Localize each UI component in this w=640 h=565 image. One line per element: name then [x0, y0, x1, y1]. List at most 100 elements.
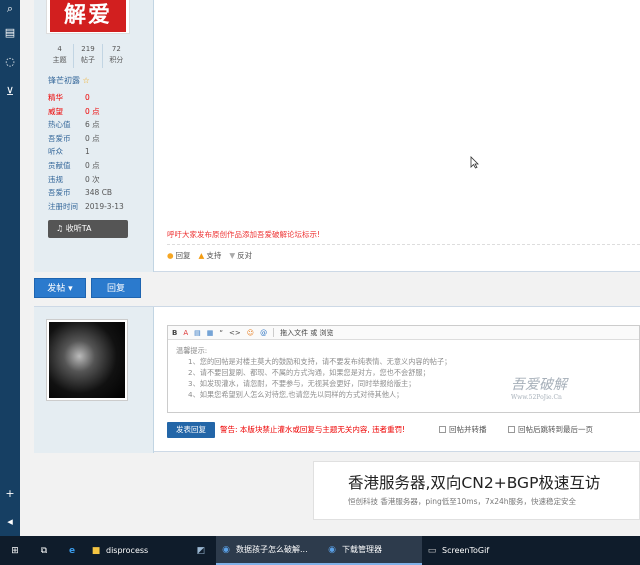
reply-warning: 警告: 本版块禁止灌水或回复与主题无关内容, 违者重罚!: [220, 425, 406, 434]
mention-button[interactable]: @: [260, 329, 267, 337]
image-button[interactable]: ▤: [194, 329, 201, 337]
info-value: 0 点: [85, 133, 100, 143]
info-key[interactable]: 听众: [48, 145, 85, 159]
taskbar: ⊞ ⧉ e ■ disprocess ◩ ◉ 数据孩子怎么破解... ◉ 下载管…: [0, 536, 640, 565]
ad-title: 香港服务器,双向CN2+BGP极速互访: [348, 474, 601, 492]
reply-button[interactable]: 回复: [91, 278, 141, 298]
chat-icon[interactable]: ◌: [3, 55, 17, 69]
toolbar-separator: [273, 328, 275, 337]
ebook-icon[interactable]: ▤: [3, 26, 17, 40]
jump-last-checkbox[interactable]: 回帖后跳转到最后一页: [508, 424, 593, 435]
info-value: 348 CB: [85, 188, 113, 198]
checkbox-icon: [508, 426, 515, 433]
info-value: 2019-3-13: [85, 201, 124, 211]
info-value: 0: [85, 93, 90, 102]
download-icon: ◉: [328, 544, 336, 555]
search-icon[interactable]: ⌕: [3, 2, 17, 16]
star-icon: ☆: [82, 76, 90, 85]
info-key[interactable]: 热心值: [48, 118, 85, 132]
drag-upload-text[interactable]: 拖入文件 或 浏览: [280, 328, 333, 338]
repost-checkbox[interactable]: 回帖并转播: [439, 424, 487, 435]
new-post-button[interactable]: 发帖 ▾: [34, 278, 86, 298]
info-key[interactable]: 吾爱币: [48, 186, 85, 200]
support-action[interactable]: ▲ 支持: [199, 250, 222, 261]
post-notice[interactable]: 呼吁大家发布原创作品添加吾爱破解论坛标示!: [167, 229, 320, 240]
author-info-row: 吾爱币 0 点: [48, 132, 148, 146]
screentogif-icon: ▭: [427, 545, 437, 556]
mouse-cursor-icon: [470, 156, 479, 169]
taskbar-item-disprocess[interactable]: ■ disprocess: [86, 536, 186, 565]
oppose-action[interactable]: ▼ 反对: [229, 250, 252, 261]
avatar-seal: 解爱: [50, 0, 126, 32]
plus-icon[interactable]: +: [3, 487, 17, 501]
folder-icon: ■: [91, 545, 101, 556]
info-key[interactable]: 威望: [48, 105, 85, 119]
info-key[interactable]: 吾爱币: [48, 132, 85, 146]
info-key[interactable]: 精华: [48, 91, 85, 105]
reply-action[interactable]: ● 回复: [167, 250, 191, 261]
task-view-button[interactable]: ⧉: [30, 536, 58, 565]
bold-button[interactable]: B: [172, 329, 177, 337]
windows-icon: ⊞: [11, 545, 19, 556]
info-value: 0 次: [85, 174, 100, 184]
author-avatar[interactable]: 解爱: [46, 0, 130, 34]
quick-reply: B A ▤ ▦ “ <> ☺ @ 拖入文件 或 浏览 温馨提示: 1、您的回帖是…: [34, 306, 640, 453]
info-key[interactable]: 注册时间: [48, 200, 85, 214]
stat-points[interactable]: 72 积分: [103, 44, 130, 68]
taskbar-item-download[interactable]: ◉ 下载管理器: [322, 536, 422, 565]
reply-editor[interactable]: B A ▤ ▦ “ <> ☺ @ 拖入文件 或 浏览 温馨提示: 1、您的回帖是…: [167, 325, 640, 413]
headphones-icon: ♫: [56, 224, 64, 233]
thumb-down-icon: ▼: [229, 251, 236, 260]
quote-button[interactable]: “: [219, 329, 223, 337]
task-view-icon: ⧉: [40, 545, 48, 556]
info-key[interactable]: 违规: [48, 173, 85, 187]
cart-icon[interactable]: ⊻: [3, 85, 17, 99]
author-info-row: 威望 0 点: [48, 105, 148, 119]
info-value: 0 点: [85, 106, 100, 116]
info-value: 0 点: [85, 160, 100, 170]
author-rank[interactable]: 锋芒初露 ☆: [48, 75, 90, 86]
hints-title: 温馨提示:: [176, 346, 208, 355]
reply-hints: 温馨提示: 1、您的回帖是对楼主莫大的鼓励和支持，请不要发布纯表情、无意义内容的…: [168, 340, 639, 405]
stat-posts[interactable]: 219 帖子: [74, 44, 103, 68]
post-actions: ● 回复 ▲ 支持 ▼ 反对: [167, 250, 252, 261]
code-button[interactable]: <>: [229, 329, 241, 337]
font-color-button[interactable]: A: [183, 329, 188, 337]
post-divider: [167, 244, 640, 245]
forum-page: 解爱 4 主题 219 帖子 72 积分 锋芒初露 ☆ 精华 0 威望 0 点 …: [20, 0, 640, 536]
left-sidebar: ⌕ ▤ ◌ ⊻ + ◂: [0, 0, 20, 536]
ad-banner[interactable]: 香港服务器,双向CN2+BGP极速互访 恒创科技 香港服务器，ping低至10m…: [313, 461, 640, 520]
author-sidebar: 解爱 4 主题 219 帖子 72 积分 锋芒初露 ☆ 精华 0 威望 0 点 …: [34, 0, 154, 272]
author-info: 精华 0 威望 0 点热心值 6 点吾爱币 0 点听众 1 贡献值 0 点违规 0 次吾爱币 348…: [48, 91, 148, 213]
author-info-row: 吾爱币 348 CB: [48, 186, 148, 200]
media-button[interactable]: ▦: [207, 329, 214, 337]
editor-toolbar: B A ▤ ▦ “ <> ☺ @ 拖入文件 或 浏览: [168, 326, 639, 340]
collapse-icon[interactable]: ◂: [3, 515, 17, 529]
post-block: 解爱 4 主题 219 帖子 72 积分 锋芒初露 ☆ 精华 0 威望 0 点 …: [34, 0, 640, 272]
taskbar-item-browser[interactable]: ◉ 数据孩子怎么破解...: [216, 536, 322, 565]
author-stats: 4 主题 219 帖子 72 积分: [46, 44, 130, 68]
emoji-button[interactable]: ☺: [247, 329, 254, 337]
avatar-image: [49, 322, 125, 398]
reply-sidebar: [34, 307, 154, 453]
submit-reply-button[interactable]: 发表回复: [167, 422, 215, 438]
taskbar-item-tool[interactable]: ◩: [186, 536, 216, 565]
author-info-row: 违规 0 次: [48, 173, 148, 187]
edge-icon: e: [68, 545, 76, 556]
start-button[interactable]: ⊞: [0, 536, 30, 565]
ad-subtitle: 恒创科技 香港服务器，ping低至10ms，7x24h服务，快速稳定安全: [348, 497, 577, 506]
checkbox-icon: [439, 426, 446, 433]
author-info-row: 精华 0: [48, 91, 148, 105]
info-key[interactable]: 贡献值: [48, 159, 85, 173]
taskbar-item-screentogif[interactable]: ▭ ScreenToGif: [422, 536, 522, 565]
site-watermark: 吾爱破解 Www.52PoJie.Cn: [511, 377, 567, 401]
stat-topics[interactable]: 4 主题: [46, 44, 75, 68]
hint-line: 1、您的回帖是对楼主莫大的鼓励和支持，请不要发布纯表情、无意义内容的帖子；: [188, 357, 452, 366]
thumb-up-icon: ▲: [198, 251, 205, 260]
edge-button[interactable]: e: [58, 536, 86, 565]
browser-icon: ◉: [222, 544, 230, 555]
user-avatar[interactable]: [46, 319, 128, 401]
follow-button[interactable]: ♫ 收听TA: [48, 220, 128, 238]
post-buttons: 发帖 ▾ 回复: [34, 276, 640, 306]
info-value: 6 点: [85, 120, 100, 130]
